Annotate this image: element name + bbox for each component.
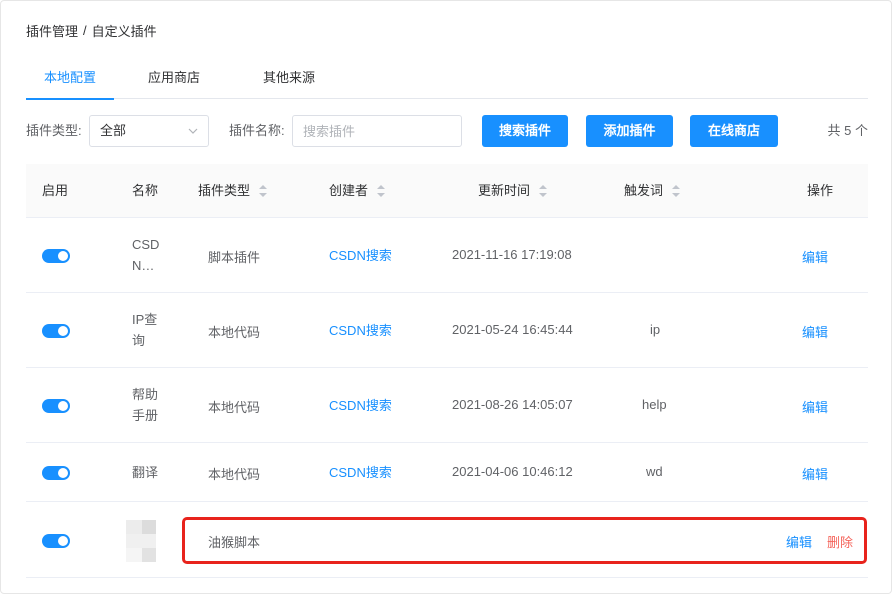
- creator-link[interactable]: CSDN搜索: [329, 320, 392, 339]
- enable-toggle[interactable]: [42, 466, 70, 480]
- breadcrumb-separator: /: [83, 22, 87, 38]
- tab-app-store[interactable]: 应用商店: [114, 61, 234, 99]
- updated-time: 2021-05-24 16:45:44: [452, 322, 573, 337]
- tab-local-config[interactable]: 本地配置: [26, 61, 114, 100]
- table-row: CSDN… 脚本插件 CSDN搜索 2021-11-16 17:19:08 编辑: [26, 218, 868, 293]
- column-header-type[interactable]: 插件类型: [198, 164, 268, 218]
- highlight-box: [182, 517, 867, 564]
- creator-link[interactable]: CSDN搜索: [329, 395, 392, 414]
- total-count: 共 5 个: [827, 123, 868, 138]
- toggle-knob: [58, 401, 68, 411]
- plugin-type: 本地代码: [208, 467, 261, 482]
- column-header-trigger-label: 触发词: [624, 183, 664, 198]
- plugin-type-label: 插件类型:: [26, 123, 82, 138]
- column-header-type-label: 插件类型: [198, 183, 251, 198]
- filter-bar: 插件类型: 全部 插件名称: 搜索插件 添加插件 在线商店 共 5 个: [26, 115, 868, 147]
- breadcrumb: 插件管理 / 自定义插件: [26, 20, 157, 40]
- updated-time: 2021-11-16 17:19:08: [452, 247, 572, 262]
- plugin-type: 脚本插件: [208, 250, 261, 265]
- plugin-name: 帮助手册: [132, 387, 159, 423]
- toggle-knob: [58, 326, 68, 336]
- column-header-creator-label: 创建者: [329, 183, 369, 198]
- plugin-panel: 插件管理 / 自定义插件 本地配置 应用商店 其他来源 插件类型: 全部 插件名…: [0, 0, 892, 594]
- plugin-type: 本地代码: [208, 400, 261, 415]
- plugin-table: 启用 名称 插件类型 创建者 更新时间 触发词 操作 CSDN… 脚本插件 CS…: [26, 164, 868, 578]
- breadcrumb-current: 自定义插件: [91, 23, 157, 39]
- toggle-knob: [58, 536, 68, 546]
- toggle-knob: [58, 468, 68, 478]
- column-header-updated-label: 更新时间: [478, 183, 531, 198]
- creator-link[interactable]: CSDN搜索: [329, 462, 392, 481]
- search-plugin-button[interactable]: 搜索插件: [482, 115, 568, 147]
- trigger-word: help: [642, 397, 667, 412]
- table-row: IP查询 本地代码 CSDN搜索 2021-05-24 16:45:44 ip …: [26, 293, 868, 368]
- edit-button[interactable]: 编辑: [802, 322, 828, 341]
- trigger-word: ip: [650, 322, 661, 337]
- plugin-name: 翻译: [132, 465, 159, 480]
- plugin-name: IP查询: [132, 312, 158, 348]
- column-header-creator[interactable]: 创建者: [329, 164, 386, 218]
- sort-icon[interactable]: [538, 184, 548, 198]
- breadcrumb-parent[interactable]: 插件管理: [26, 21, 78, 40]
- plugin-type-value: 全部: [100, 123, 127, 138]
- table-row: 帮助手册 本地代码 CSDN搜索 2021-08-26 14:05:07 hel…: [26, 368, 868, 443]
- table-header: 启用 名称 插件类型 创建者 更新时间 触发词 操作: [26, 164, 868, 218]
- plugin-name: CSDN…: [132, 237, 160, 273]
- updated-time: 2021-08-26 14:05:07: [452, 397, 573, 412]
- edit-button[interactable]: 编辑: [802, 247, 828, 266]
- enable-toggle[interactable]: [42, 324, 70, 338]
- trigger-word: wd: [646, 464, 663, 479]
- enable-toggle[interactable]: [42, 399, 70, 413]
- enable-toggle[interactable]: [42, 534, 70, 548]
- column-header-name: 名称: [132, 183, 159, 198]
- column-header-updated[interactable]: 更新时间: [478, 164, 548, 218]
- creator-link[interactable]: CSDN搜索: [329, 245, 392, 264]
- column-header-actions: 操作: [807, 183, 834, 198]
- blurred-name-image: [126, 520, 158, 576]
- table-row: 翻译 本地代码 CSDN搜索 2021-04-06 10:46:12 wd 编辑: [26, 443, 868, 502]
- column-header-enabled: 启用: [42, 183, 69, 198]
- tab-bar: 本地配置 应用商店 其他来源: [26, 61, 868, 100]
- plugin-name-label: 插件名称:: [229, 123, 285, 138]
- toggle-knob: [58, 251, 68, 261]
- sort-icon[interactable]: [671, 184, 681, 198]
- sort-icon[interactable]: [258, 184, 268, 198]
- online-store-button[interactable]: 在线商店: [690, 115, 778, 147]
- add-plugin-button[interactable]: 添加插件: [586, 115, 673, 147]
- edit-button[interactable]: 编辑: [802, 464, 828, 483]
- tab-other-sources[interactable]: 其他来源: [234, 61, 344, 99]
- chevron-down-icon: [188, 128, 198, 134]
- plugin-name-search-input[interactable]: [292, 115, 462, 147]
- sort-icon[interactable]: [376, 184, 386, 198]
- plugin-type: 本地代码: [208, 325, 261, 340]
- plugin-type-select[interactable]: 全部: [89, 115, 209, 147]
- edit-button[interactable]: 编辑: [802, 397, 828, 416]
- column-header-trigger[interactable]: 触发词: [624, 164, 681, 218]
- updated-time: 2021-04-06 10:46:12: [452, 464, 573, 479]
- enable-toggle[interactable]: [42, 249, 70, 263]
